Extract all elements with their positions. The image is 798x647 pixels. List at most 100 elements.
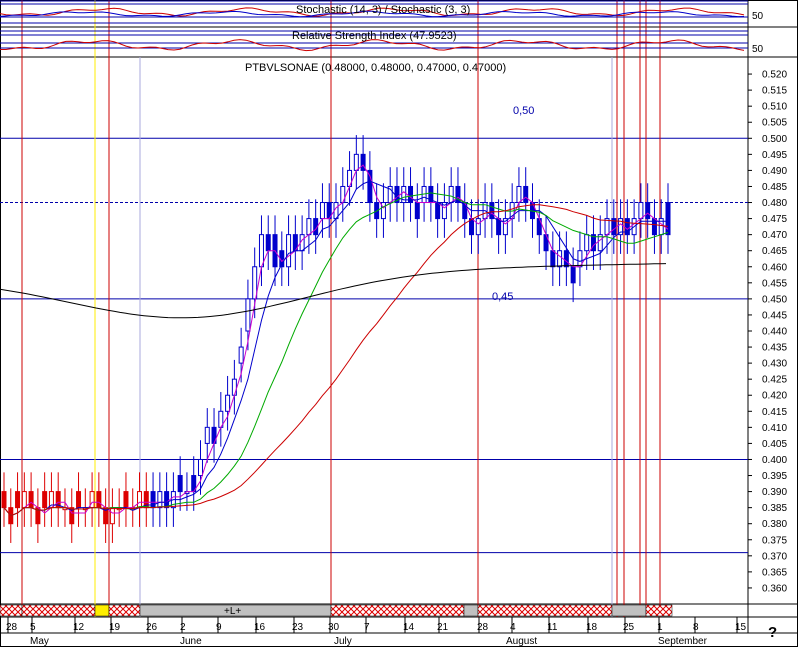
price-bar [414, 202, 420, 220]
x-tick-label: 7 [364, 622, 370, 633]
stock-chart: 50 50 Stochastic (14, 3) / Stochastic (3, … [0, 0, 798, 647]
price-bar [96, 491, 102, 509]
x-tick-label: 2 [180, 622, 186, 633]
price-bar [645, 202, 651, 220]
strip-segment [463, 604, 479, 617]
help-question-mark[interactable]: ? [768, 624, 777, 641]
y-tick-label: 0.480 [762, 198, 787, 209]
x-tick-label: 8 [693, 622, 699, 633]
price-bar [225, 394, 231, 412]
y-tick-label: 0.475 [762, 214, 787, 225]
y-tick-label: 0.440 [762, 327, 787, 338]
price-bar [584, 234, 590, 252]
strip-segment [21, 604, 96, 617]
y-tick-label: 0.425 [762, 375, 787, 386]
strip-label: +L+ [224, 606, 241, 617]
y-tick-label: 0.370 [762, 551, 787, 562]
y-tick-label: 0.365 [762, 567, 787, 578]
x-tick-label: 11 [547, 622, 558, 633]
price-bar [28, 491, 34, 509]
price-bar [15, 491, 21, 509]
stoch-title: Stochastic (14, 3) / Stochastic (3, 3) [296, 4, 470, 16]
price-bar [570, 266, 576, 284]
y-tick-label: 0.415 [762, 407, 787, 418]
x-tick-label: 30 [328, 622, 340, 633]
x-month-label: September [658, 636, 708, 647]
x-tick-label: 15 [735, 622, 747, 633]
y-tick-label: 0.395 [762, 471, 787, 482]
strip-segment [0, 604, 23, 617]
x-tick-label: 4 [510, 622, 516, 633]
x-tick-label: 5 [30, 622, 36, 633]
price-bar [204, 426, 210, 444]
y-tick-label: 0.375 [762, 535, 787, 546]
price-bar [286, 234, 292, 268]
y-tick-label: 0.450 [762, 294, 787, 305]
price-bar [164, 491, 170, 509]
x-tick-label: 12 [73, 622, 85, 633]
price-bar [638, 202, 644, 220]
x-tick-label: 28 [477, 622, 489, 633]
price-bar [177, 475, 183, 493]
x-month-label: August [506, 636, 537, 647]
y-tick-label: 0.360 [762, 583, 787, 594]
price-bar [516, 185, 522, 204]
y-tick-label: 0.465 [762, 246, 787, 257]
price-bar [563, 250, 569, 268]
price-bar [157, 491, 163, 509]
y-tick-label: 0.520 [762, 70, 787, 81]
strip-segment [645, 604, 673, 617]
y-tick-label: 0.460 [762, 262, 787, 273]
x-tick-label: 18 [586, 622, 598, 633]
price-bar [21, 491, 27, 509]
y-tick-label: 0.430 [762, 359, 787, 370]
ma-15-line [3, 192, 669, 517]
price-bar [109, 507, 115, 525]
price-bar [231, 378, 237, 396]
y-tick-label: 0.445 [762, 310, 787, 321]
price-bar [137, 491, 143, 509]
x-month-label: July [334, 636, 352, 647]
strip-segment [611, 604, 647, 617]
strip-segment [94, 604, 110, 617]
y-tick-label: 0.390 [762, 487, 787, 498]
price-bar [319, 202, 325, 220]
x-tick-label: 9 [216, 622, 222, 633]
y-tick-label: 0.420 [762, 391, 787, 402]
y-tick-label: 0.505 [762, 118, 787, 129]
price-bar [557, 250, 563, 268]
x-tick-label: 16 [254, 622, 266, 633]
price-bar [306, 218, 312, 236]
price-bar [245, 298, 251, 332]
x-tick-label: 28 [6, 622, 18, 633]
price-bar [550, 250, 556, 268]
y-tick-label: 0.385 [762, 503, 787, 514]
x-tick-label: 26 [146, 622, 158, 633]
x-tick-label: 23 [292, 622, 304, 633]
x-tick-label: 1 [657, 622, 663, 633]
y-tick-label: 0.455 [762, 278, 787, 289]
price-bar [265, 234, 271, 252]
annotation-0-50: 0,50 [513, 105, 534, 117]
price-bar [258, 234, 264, 268]
y-tick-label: 0.495 [762, 150, 787, 161]
price-bar [42, 491, 48, 509]
y-tick-label: 0.380 [762, 519, 787, 530]
price-bar [353, 153, 359, 171]
price-bar [1, 491, 7, 509]
price-bar [475, 218, 481, 236]
y-tick-label: 0.410 [762, 423, 787, 434]
x-tick-label: 14 [403, 622, 415, 633]
y-tick-label: 0.405 [762, 439, 787, 450]
rsi-tick-label: 50 [752, 44, 764, 55]
y-tick-label: 0.400 [762, 455, 787, 466]
price-bar [76, 491, 82, 509]
outer-frame [0, 0, 798, 647]
x-tick-label: 21 [437, 622, 449, 633]
x-month-label: May [30, 636, 49, 647]
price-bar [123, 491, 129, 509]
x-month-label: June [180, 636, 202, 647]
y-tick-label: 0.515 [762, 86, 787, 97]
annotation-0-45: 0,45 [492, 291, 513, 303]
price-bar [523, 185, 529, 204]
